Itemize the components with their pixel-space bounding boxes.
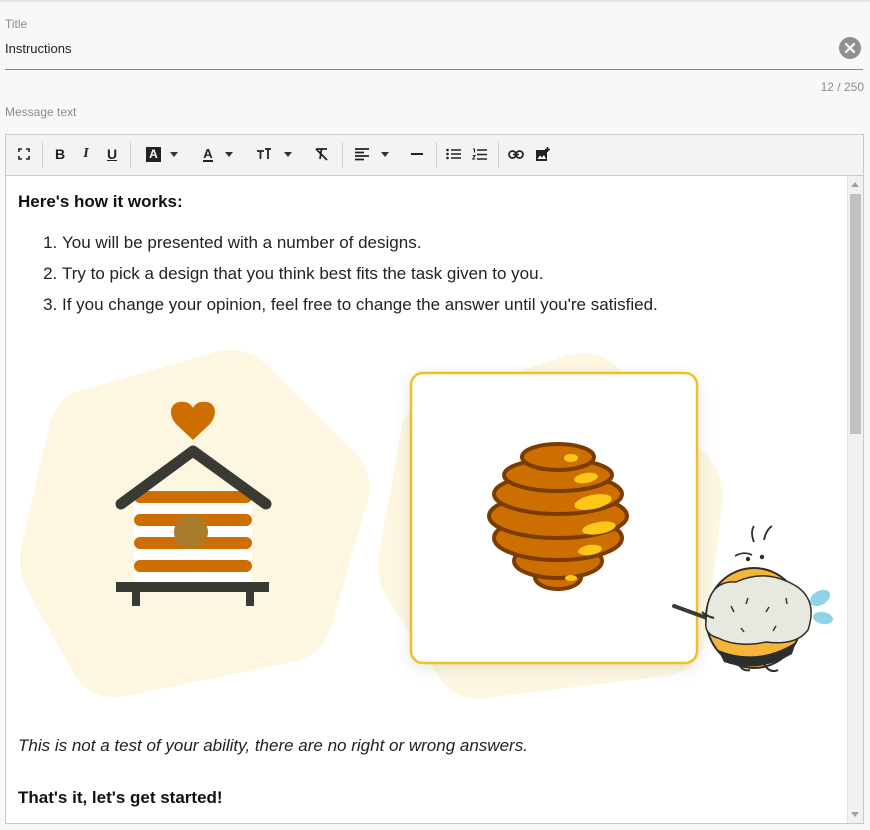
char-counter: 12 / 250 bbox=[820, 80, 864, 94]
font-size-button[interactable] bbox=[252, 143, 296, 165]
top-divider bbox=[0, 0, 870, 2]
background-color-button[interactable]: A bbox=[140, 143, 184, 165]
align-button[interactable] bbox=[350, 143, 394, 165]
italic-note: This is not a test of your ability, ther… bbox=[18, 736, 528, 755]
bulleted-list-icon bbox=[445, 148, 461, 160]
editor-content[interactable]: Here's how it works: You will be present… bbox=[6, 176, 847, 823]
insert-image-button[interactable] bbox=[532, 143, 552, 165]
scrollbar-thumb[interactable] bbox=[850, 194, 861, 434]
toolbar-separator bbox=[436, 142, 437, 168]
list-item: You will be presented with a number of d… bbox=[62, 232, 658, 263]
content-heading: Here's how it works: bbox=[18, 192, 183, 211]
chevron-down-icon bbox=[170, 151, 178, 157]
chevron-down-icon bbox=[284, 151, 292, 157]
horizontal-rule-icon bbox=[411, 153, 423, 155]
steps-list: You will be presented with a number of d… bbox=[18, 232, 658, 325]
title-input[interactable] bbox=[5, 41, 825, 56]
fullscreen-button[interactable] bbox=[16, 143, 32, 165]
underline-icon: U bbox=[106, 146, 118, 162]
clear-title-button[interactable] bbox=[839, 37, 861, 59]
italic-icon: I bbox=[83, 146, 89, 161]
editor-scrollbar[interactable] bbox=[847, 176, 863, 823]
insert-image-icon bbox=[535, 146, 550, 161]
fullscreen-icon bbox=[18, 148, 30, 160]
chevron-down-icon bbox=[381, 151, 389, 157]
numbered-list-icon bbox=[471, 147, 487, 160]
link-icon bbox=[508, 149, 524, 159]
text-color-button[interactable]: A bbox=[196, 143, 240, 165]
scroll-down-icon[interactable] bbox=[851, 812, 859, 817]
font-size-icon bbox=[257, 148, 271, 159]
title-field: Title bbox=[5, 14, 863, 70]
close-icon bbox=[844, 42, 856, 54]
bulleted-list-button[interactable] bbox=[444, 143, 462, 165]
numbered-list-button[interactable] bbox=[470, 143, 488, 165]
toolbar-separator bbox=[342, 142, 343, 168]
scroll-up-icon[interactable] bbox=[851, 182, 859, 187]
clear-format-button[interactable] bbox=[312, 143, 330, 165]
closing-line: That's it, let's get started! bbox=[18, 788, 223, 807]
toolbar-separator bbox=[42, 142, 43, 168]
list-item: Try to pick a design that you think best… bbox=[62, 263, 658, 294]
underline-button[interactable]: U bbox=[104, 143, 120, 165]
chevron-down-icon bbox=[224, 151, 233, 157]
text-color-icon: A bbox=[203, 145, 213, 162]
clear-format-icon bbox=[314, 148, 328, 161]
bold-icon: B bbox=[54, 146, 66, 162]
editor-toolbar: B I U A A bbox=[6, 135, 863, 176]
message-text-label: Message text bbox=[5, 105, 77, 119]
title-label: Title bbox=[5, 17, 28, 31]
italic-button[interactable]: I bbox=[78, 143, 94, 165]
list-item: If you change your opinion, feel free to… bbox=[62, 294, 658, 325]
toolbar-separator bbox=[498, 142, 499, 168]
toolbar-separator bbox=[130, 142, 131, 168]
horizontal-rule-button[interactable] bbox=[408, 143, 426, 165]
background-color-icon: A bbox=[146, 146, 161, 162]
rich-text-editor: B I U A A Here's how it works: 1. You wi… bbox=[5, 134, 864, 824]
selected-design-card bbox=[409, 371, 699, 665]
instruction-illustration bbox=[19, 349, 833, 699]
align-icon bbox=[355, 147, 369, 160]
bold-button[interactable]: B bbox=[52, 143, 68, 165]
link-button[interactable] bbox=[506, 143, 526, 165]
